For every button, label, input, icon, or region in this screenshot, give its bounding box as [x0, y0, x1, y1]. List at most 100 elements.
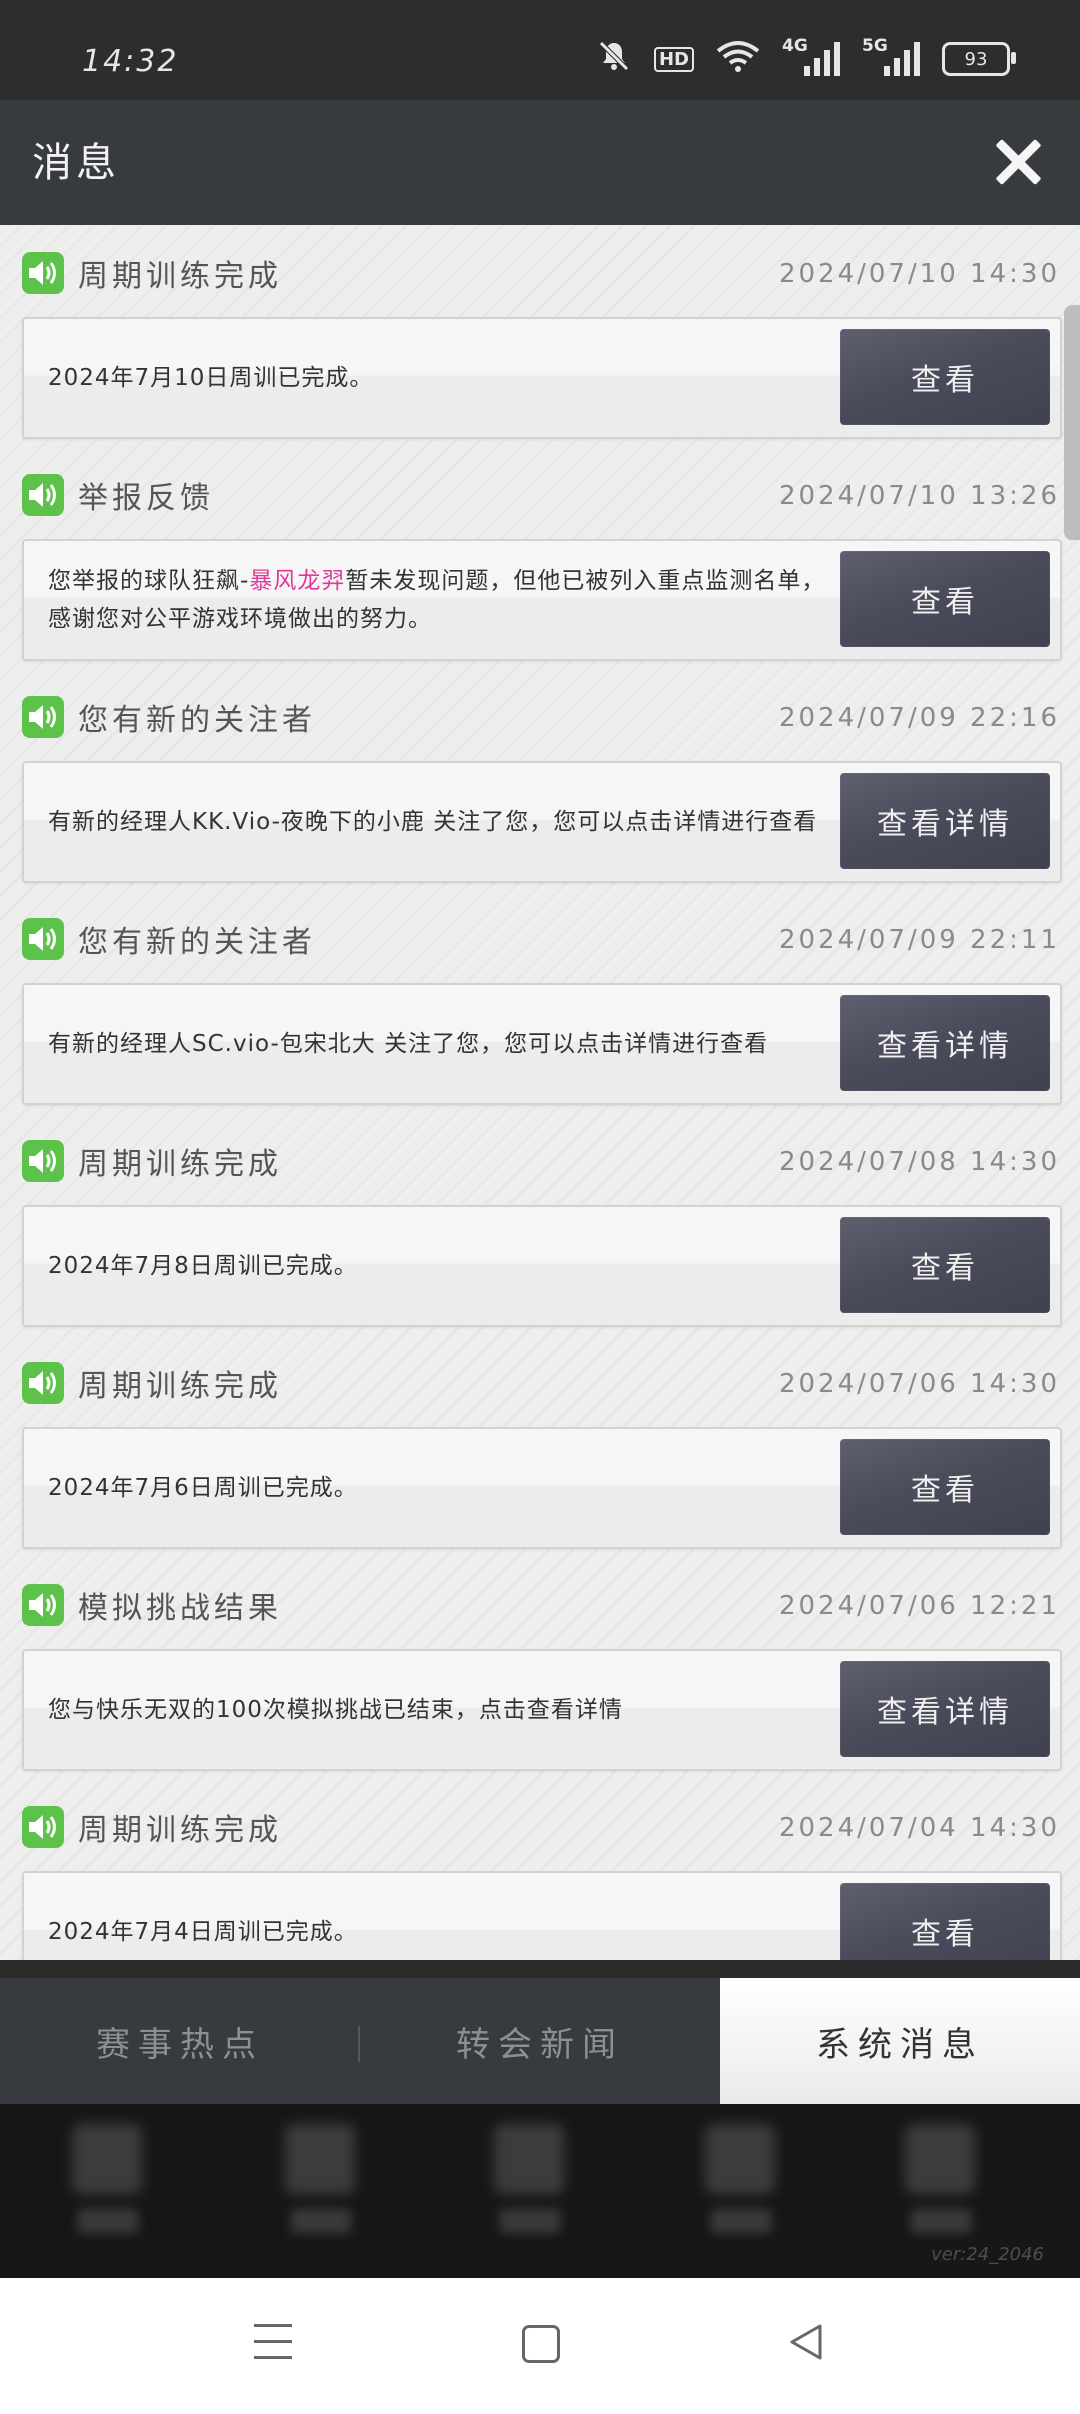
view-button[interactable]: 查看 — [840, 1439, 1050, 1535]
speaker-icon — [22, 1140, 64, 1182]
back-icon[interactable] — [786, 2322, 826, 2366]
header: 消息 — [0, 100, 1080, 225]
speaker-icon — [22, 696, 64, 738]
menu-icon[interactable] — [254, 2324, 292, 2362]
message-title: 周期训练完成 — [78, 1369, 282, 1404]
blurred-nav-icon[interactable] — [285, 2124, 355, 2194]
blurred-nav-icon[interactable] — [494, 2124, 564, 2194]
message-item: 周期训练完成 2024/07/10 14:30 2024年7月10日周训已完成。… — [0, 225, 1080, 447]
message-text: 您举报的球队狂飙-暴风龙羿暂未发现问题，但他已被列入重点监测名单，感谢您对公平游… — [48, 541, 828, 659]
blurred-nav-icon[interactable] — [905, 2124, 975, 2194]
message-header: 举报反馈 — [22, 474, 214, 516]
home-icon[interactable] — [522, 2325, 560, 2363]
tab-system-messages[interactable]: 系统消息 — [720, 1978, 1080, 2104]
message-list[interactable]: 周期训练完成 2024/07/10 14:30 2024年7月10日周训已完成。… — [0, 225, 1080, 1960]
tab-match-highlights[interactable]: 赛事热点 — [0, 1978, 360, 2104]
status-time: 14:32 — [82, 44, 179, 79]
battery-icon: 93 — [942, 42, 1016, 76]
game-nav-bar: ver:24_2046 — [0, 2104, 1080, 2278]
message-text-part: 2024年7月4日周训已完成。 — [48, 1919, 358, 1945]
message-card: 有新的经理人SC.vio-包宋北大 关注了您，您可以点击详情进行查看 查看详情 — [22, 983, 1062, 1105]
message-text-part: 2024年7月10日周训已完成。 — [48, 365, 374, 391]
wifi-icon — [716, 39, 760, 79]
message-time: 2024/07/10 13:26 — [778, 481, 1060, 511]
version-label: ver:24_2046 — [931, 2244, 1044, 2265]
message-card: 2024年7月8日周训已完成。 查看 — [22, 1205, 1062, 1327]
message-text-part: 有新的经理人SC.vio-包宋北大 关注了您，您可以点击详情进行查看 — [48, 1031, 769, 1057]
message-time: 2024/07/10 14:30 — [778, 259, 1060, 289]
page-title: 消息 — [32, 140, 120, 186]
message-text-part: 有新的经理人KK.Vio-夜晚下的小鹿 关注了您，您可以点击详情进行查看 — [48, 809, 818, 835]
message-card: 2024年7月10日周训已完成。 查看 — [22, 317, 1062, 439]
view-button[interactable]: 查看 — [840, 1883, 1050, 1960]
message-item: 您有新的关注者 2024/07/09 22:11 有新的经理人SC.vio-包宋… — [0, 891, 1080, 1113]
message-header: 您有新的关注者 — [22, 918, 316, 960]
message-text: 有新的经理人KK.Vio-夜晚下的小鹿 关注了您，您可以点击详情进行查看 — [48, 763, 828, 881]
view-button[interactable]: 查看 — [840, 551, 1050, 647]
message-time: 2024/07/06 12:21 — [778, 1591, 1060, 1621]
view-button[interactable]: 查看详情 — [840, 1661, 1050, 1757]
message-text: 您与快乐无双的100次模拟挑战已结束，点击查看详情 — [48, 1651, 828, 1769]
message-text-part: 2024年7月6日周训已完成。 — [48, 1475, 358, 1501]
message-text-part: 您举报的球队狂飙- — [48, 568, 250, 594]
message-header: 周期训练完成 — [22, 1140, 282, 1182]
status-icons: HD 4G 5G 93 — [596, 36, 1016, 80]
message-text: 2024年7月10日周训已完成。 — [48, 319, 828, 437]
blurred-nav-label — [911, 2209, 971, 2233]
tab-transfer-news[interactable]: 转会新闻 — [360, 1978, 720, 2104]
message-text: 2024年7月8日周训已完成。 — [48, 1207, 828, 1325]
view-button[interactable]: 查看 — [840, 329, 1050, 425]
message-title: 举报反馈 — [78, 481, 214, 516]
blurred-nav-label — [711, 2209, 771, 2233]
message-time: 2024/07/09 22:16 — [778, 703, 1060, 733]
tab-label: 赛事热点 — [96, 2024, 264, 2065]
close-button[interactable] — [990, 134, 1046, 190]
message-card: 2024年7月4日周训已完成。 查看 — [22, 1871, 1062, 1960]
status-bar: 14:32 HD 4G 5G 93 — [0, 0, 1080, 100]
tab-label: 系统消息 — [816, 2024, 984, 2065]
message-header: 您有新的关注者 — [22, 696, 316, 738]
speaker-icon — [22, 474, 64, 516]
speaker-icon — [22, 918, 64, 960]
message-item: 您有新的关注者 2024/07/09 22:16 有新的经理人KK.Vio-夜晚… — [0, 669, 1080, 891]
message-item: 周期训练完成 2024/07/04 14:30 2024年7月4日周训已完成。 … — [0, 1779, 1080, 1960]
message-text-part: 2024年7月8日周训已完成。 — [48, 1253, 358, 1279]
message-time: 2024/07/09 22:11 — [778, 925, 1060, 955]
message-text: 有新的经理人SC.vio-包宋北大 关注了您，您可以点击详情进行查看 — [48, 985, 828, 1103]
message-text-part: 您与快乐无双的100次模拟挑战已结束，点击查看详情 — [48, 1697, 623, 1723]
message-time: 2024/07/04 14:30 — [778, 1813, 1060, 1843]
message-card: 2024年7月6日周训已完成。 查看 — [22, 1427, 1062, 1549]
view-button[interactable]: 查看详情 — [840, 995, 1050, 1091]
blurred-nav-label — [291, 2209, 351, 2233]
message-card: 您与快乐无双的100次模拟挑战已结束，点击查看详情 查看详情 — [22, 1649, 1062, 1771]
message-header: 模拟挑战结果 — [22, 1584, 282, 1626]
hd-voice-icon: HD — [653, 46, 694, 72]
view-button[interactable]: 查看 — [840, 1217, 1050, 1313]
message-highlight: 暴风龙羿 — [249, 568, 346, 594]
message-time: 2024/07/06 14:30 — [778, 1369, 1060, 1399]
message-text: 2024年7月4日周训已完成。 — [48, 1873, 828, 1960]
message-item: 举报反馈 2024/07/10 13:26 您举报的球队狂飙-暴风龙羿暂未发现问… — [0, 447, 1080, 669]
message-title: 您有新的关注者 — [78, 703, 316, 738]
message-header: 周期训练完成 — [22, 1362, 282, 1404]
speaker-icon — [22, 1584, 64, 1626]
tab-bar: 赛事热点 转会新闻 系统消息 — [0, 1978, 1080, 2104]
message-item: 周期训练完成 2024/07/08 14:30 2024年7月8日周训已完成。 … — [0, 1113, 1080, 1335]
blurred-nav-icon[interactable] — [705, 2124, 775, 2194]
signal-5g-icon: 5G — [862, 36, 920, 76]
blurred-nav-label — [78, 2209, 138, 2233]
message-text: 2024年7月6日周训已完成。 — [48, 1429, 828, 1547]
blurred-nav-label — [500, 2209, 560, 2233]
speaker-icon — [22, 1806, 64, 1848]
speaker-icon — [22, 1362, 64, 1404]
message-title: 周期训练完成 — [78, 1147, 282, 1182]
view-button[interactable]: 查看详情 — [840, 773, 1050, 869]
message-item: 模拟挑战结果 2024/07/06 12:21 您与快乐无双的100次模拟挑战已… — [0, 1557, 1080, 1779]
message-time: 2024/07/08 14:30 — [778, 1147, 1060, 1177]
blurred-nav-icon[interactable] — [72, 2124, 142, 2194]
message-title: 周期训练完成 — [78, 1813, 282, 1848]
message-title: 您有新的关注者 — [78, 925, 316, 960]
tab-label: 转会新闻 — [456, 2024, 624, 2065]
message-card: 您举报的球队狂飙-暴风龙羿暂未发现问题，但他已被列入重点监测名单，感谢您对公平游… — [22, 539, 1062, 661]
mute-icon — [596, 38, 632, 80]
